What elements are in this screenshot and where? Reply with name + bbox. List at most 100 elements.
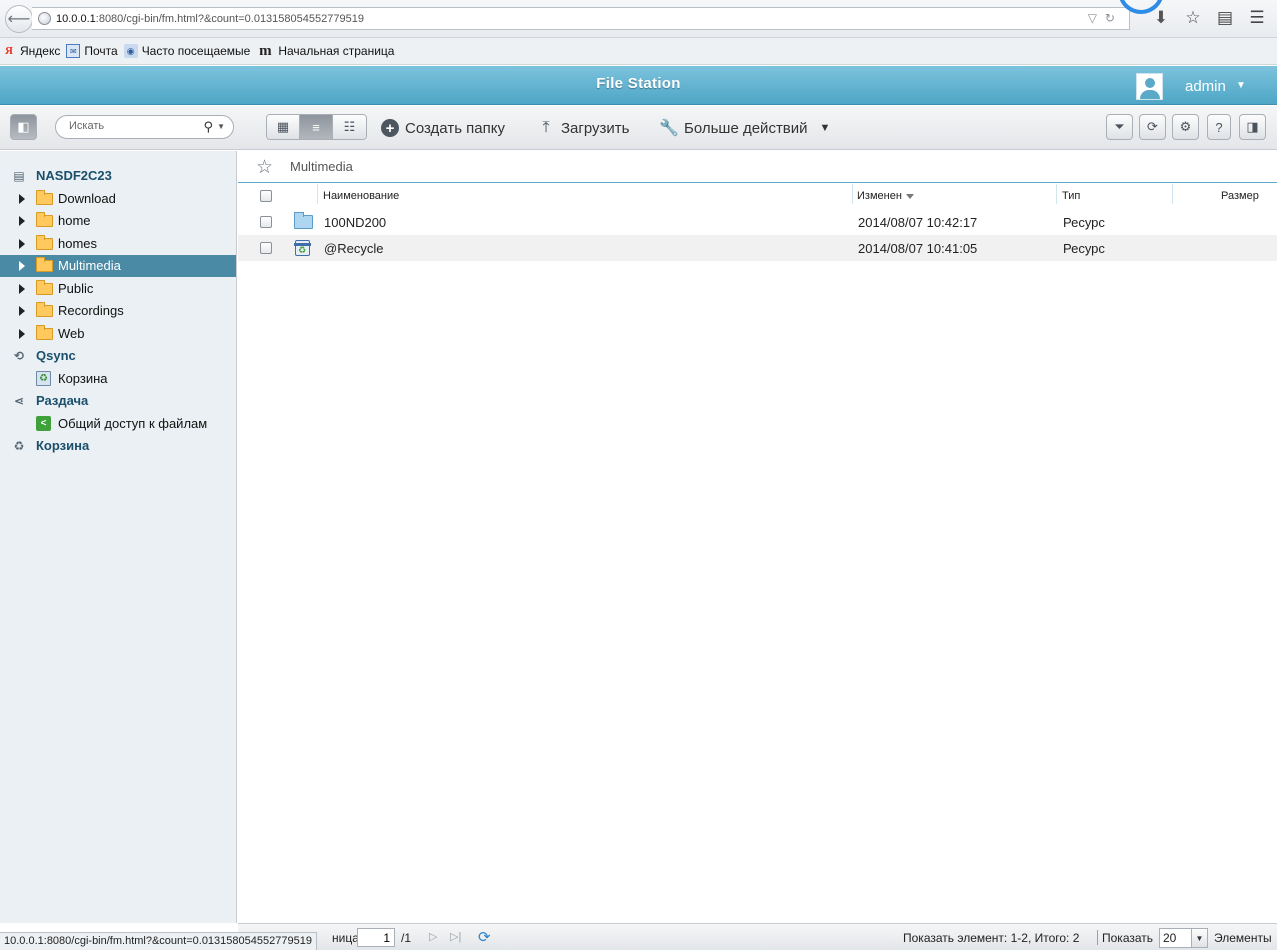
menu-icon[interactable]: ☰ <box>1247 8 1267 28</box>
expand-arrow-icon[interactable] <box>19 194 25 204</box>
right-panel-icon: ◨ <box>1246 119 1259 134</box>
chevron-down-icon[interactable]: ▼ <box>1191 929 1207 947</box>
bookmarks-bar: Я Яндекс ✉ Почта ◉ Часто посещаемые m На… <box>0 38 1277 65</box>
row-name[interactable]: 100ND200 <box>324 215 386 230</box>
upload-button[interactable]: ⤒ Загрузить <box>537 119 629 137</box>
back-button[interactable]: ⟵ <box>5 5 33 33</box>
sidebar-root-trash[interactable]: ♻ Корзина <box>0 435 236 457</box>
breadcrumb-path[interactable]: Multimedia <box>290 159 353 174</box>
plus-circle-icon: + <box>381 119 399 137</box>
user-menu-caret-icon[interactable]: ▼ <box>1236 80 1246 91</box>
info-panel-button[interactable]: ◨ <box>1239 114 1266 140</box>
sidebar-root-nas[interactable]: ▤ NASDF2C23 <box>0 165 236 187</box>
help-button[interactable]: ? <box>1207 114 1231 140</box>
view-mode-group: ▦ ≡ ☷ <box>266 114 367 140</box>
expand-arrow-icon[interactable] <box>19 216 25 226</box>
sidebar-panel-icon: ◧ <box>17 119 30 134</box>
user-name[interactable]: admin <box>1185 78 1226 95</box>
address-bar[interactable]: 10.0.0.1:8080/cgi-bin/fm.html?&count=0.0… <box>32 7 1130 30</box>
thumbnail-view-button[interactable]: ▦ <box>267 115 300 139</box>
share-link-icon: < <box>36 416 51 431</box>
download-icon[interactable]: ⬇ <box>1151 8 1171 28</box>
gear-icon: ⚙ <box>1179 119 1192 134</box>
expand-arrow-icon[interactable] <box>19 306 25 316</box>
pagination-footer: ница /1 ▷ ▷| ⟳ Показать элемент: 1-2, Ит… <box>238 923 1277 950</box>
sidebar-root-qsync[interactable]: ⟲ Qsync <box>0 345 236 367</box>
expand-arrow-icon[interactable] <box>19 261 25 271</box>
sidebar-item-recordings[interactable]: Recordings <box>0 300 236 322</box>
folder-icon <box>36 302 53 317</box>
row-checkbox[interactable] <box>260 242 272 254</box>
items-per-page-select[interactable]: 20 ▼ <box>1159 928 1208 948</box>
select-all-checkbox[interactable] <box>260 184 272 208</box>
refresh-button[interactable]: ⟳ <box>1139 114 1166 140</box>
sidebar-item-multimedia[interactable]: Multimedia <box>0 255 236 277</box>
main-toolbar: ◧ ⚲ ▼ ▦ ≡ ☷ + Создать папку ⤒ Загрузить … <box>0 106 1277 150</box>
row-name[interactable]: @Recycle <box>324 241 383 256</box>
sidebar-root-share[interactable]: ⋖ Раздача <box>0 390 236 412</box>
bookmark-star-icon[interactable]: ☆ <box>1183 8 1203 28</box>
bookmark-start-page[interactable]: m Начальная страница <box>256 43 394 59</box>
bookmarks-list-icon[interactable]: ▤ <box>1215 8 1235 28</box>
sidebar-item-download[interactable]: Download <box>0 188 236 210</box>
list-icon: ≡ <box>312 119 320 135</box>
folder-icon <box>36 257 53 272</box>
column-size[interactable]: Размер <box>1221 184 1259 208</box>
url-text: 10.0.0.1:8080/cgi-bin/fm.html?&count=0.0… <box>56 12 364 25</box>
table-row[interactable]: @Recycle 2014/08/07 10:41:05 Ресурс <box>238 235 1277 261</box>
expand-arrow-icon[interactable] <box>19 329 25 339</box>
table-row[interactable]: 100ND200 2014/08/07 10:42:17 Ресурс <box>238 209 1277 235</box>
items-label: Элементы <box>1214 931 1272 945</box>
row-type: Ресурс <box>1063 241 1105 256</box>
column-name[interactable]: Наименование <box>323 184 399 208</box>
favorite-star-icon[interactable]: ☆ <box>256 156 273 179</box>
last-page-icon[interactable]: ▷| <box>450 930 461 943</box>
create-folder-button[interactable]: + Создать папку <box>381 119 505 137</box>
refresh-icon[interactable]: ⟳ <box>478 928 491 946</box>
list-view-button[interactable]: ≡ <box>300 115 333 139</box>
folder-icon <box>36 212 53 227</box>
url-dropdown-reload-icons[interactable]: ▽↻ <box>1088 11 1123 25</box>
recycle-bin-icon <box>294 240 311 256</box>
expand-arrow-icon[interactable] <box>19 284 25 294</box>
bookmark-frequent[interactable]: ◉ Часто посещаемые <box>123 44 250 58</box>
sidebar-item-home[interactable]: home <box>0 210 236 232</box>
row-modified: 2014/08/07 10:42:17 <box>858 215 978 230</box>
search-box[interactable]: ⚲ ▼ <box>55 115 234 139</box>
search-options-caret-icon[interactable]: ▼ <box>217 122 225 131</box>
status-bar-url: 10.0.0.1:8080/cgi-bin/fm.html?&count=0.0… <box>0 932 317 950</box>
globe-icon <box>38 12 51 25</box>
wrench-icon: 🔧 <box>659 120 679 137</box>
sidebar-item-homes[interactable]: homes <box>0 233 236 255</box>
page-number-input[interactable] <box>357 928 395 947</box>
bookmark-mail[interactable]: ✉ Почта <box>66 44 118 58</box>
detail-view-button[interactable]: ☷ <box>333 115 366 139</box>
toggle-sidebar-button[interactable]: ◧ <box>10 114 37 140</box>
sidebar: ▤ NASDF2C23 Download home homes Multimed… <box>0 151 237 923</box>
next-page-icon[interactable]: ▷ <box>429 930 437 943</box>
yandex-icon: Я <box>5 45 13 57</box>
avatar[interactable] <box>1136 73 1163 100</box>
help-icon: ? <box>1215 119 1223 135</box>
sidebar-item-file-sharing[interactable]: < Общий доступ к файлам <box>0 413 236 435</box>
sidebar-item-public[interactable]: Public <box>0 278 236 300</box>
bookmark-yandex[interactable]: Я Яндекс <box>2 44 60 58</box>
more-actions-button[interactable]: 🔧 Больше действий ▼ <box>659 119 830 138</box>
detail-list-icon: ☷ <box>343 119 356 134</box>
column-modified[interactable]: Изменен <box>857 184 914 208</box>
search-input[interactable] <box>69 120 199 132</box>
share-icon: ⋖ <box>13 394 25 408</box>
row-checkbox[interactable] <box>260 216 272 228</box>
sidebar-item-qsync-trash[interactable]: ♻ Корзина <box>0 368 236 390</box>
search-icon[interactable]: ⚲ <box>203 119 213 135</box>
file-list-header: Наименование Изменен Тип Размер <box>238 184 1277 208</box>
page-total: /1 <box>401 931 412 945</box>
folder-icon <box>36 280 53 295</box>
back-arrow-icon: ⟵ <box>7 11 31 28</box>
expand-arrow-icon[interactable] <box>19 239 25 249</box>
sidebar-item-web[interactable]: Web <box>0 323 236 345</box>
column-type[interactable]: Тип <box>1062 184 1080 208</box>
filter-button[interactable]: ⏷ <box>1106 114 1133 140</box>
settings-button[interactable]: ⚙ <box>1172 114 1199 140</box>
items-summary: Показать элемент: 1-2, Итого: 2 <box>903 931 1080 945</box>
